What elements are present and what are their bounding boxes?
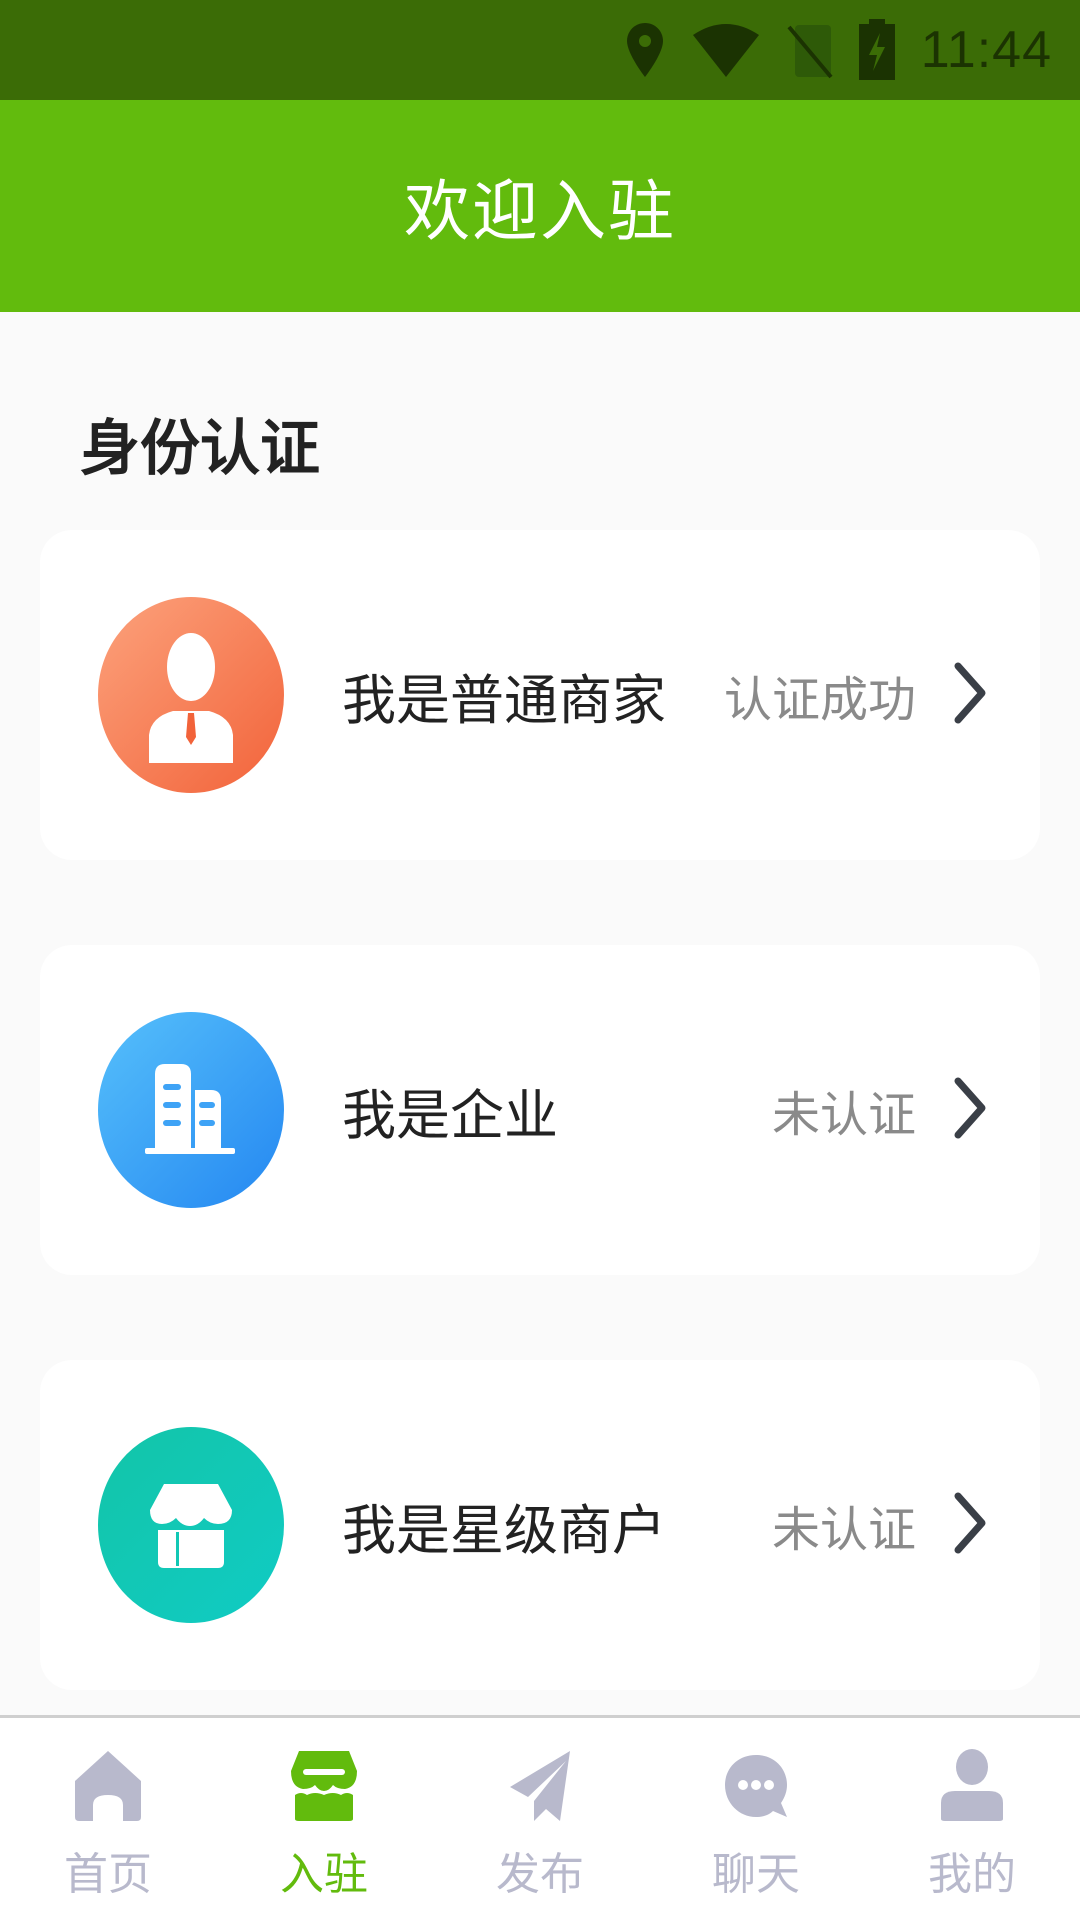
status-badge: 认证成功 xyxy=(723,672,916,728)
tab-label: 我的 xyxy=(928,1849,1016,1900)
tab-join[interactable]: 入驻 xyxy=(216,1718,432,1923)
chevron-right-icon xyxy=(952,1077,988,1143)
battery-charging-icon xyxy=(858,19,895,81)
status-badge: 未认证 xyxy=(771,1502,916,1558)
tab-mine[interactable]: 我的 xyxy=(864,1718,1080,1923)
card-label: 我是企业 xyxy=(342,1083,558,1147)
store-icon xyxy=(289,1746,359,1826)
status-badge: 未认证 xyxy=(771,1087,916,1143)
building-icon xyxy=(98,1012,284,1208)
tab-label: 入驻 xyxy=(280,1849,368,1900)
no-sim-icon xyxy=(787,21,833,79)
card-star-merchant[interactable]: 我是星级商户 未认证 xyxy=(40,1360,1040,1690)
location-icon xyxy=(625,21,665,79)
app-bar: 欢迎入驻 xyxy=(0,100,1080,312)
tab-label: 发布 xyxy=(496,1849,584,1900)
card-enterprise[interactable]: 我是企业 未认证 xyxy=(40,945,1040,1275)
status-time: 11:44 xyxy=(920,21,1052,79)
card-label: 我是星级商户 xyxy=(342,1498,666,1562)
store-icon xyxy=(98,1427,284,1623)
tab-label: 首页 xyxy=(64,1849,152,1900)
bottom-tab-bar: 首页 入驻 发布 聊天 我的 xyxy=(0,1715,1080,1923)
tab-publish[interactable]: 发布 xyxy=(432,1718,648,1923)
wifi-icon xyxy=(691,21,761,79)
home-icon xyxy=(73,1746,143,1826)
tab-chat[interactable]: 聊天 xyxy=(648,1718,864,1923)
user-icon xyxy=(939,1746,1005,1826)
chat-bubble-icon xyxy=(723,1746,789,1826)
chevron-right-icon xyxy=(952,1492,988,1558)
page-title: 欢迎入驻 xyxy=(404,173,676,250)
paper-plane-icon xyxy=(508,1746,572,1826)
card-label: 我是普通商家 xyxy=(342,668,666,732)
status-bar: 11:44 xyxy=(0,0,1080,100)
tab-home[interactable]: 首页 xyxy=(0,1718,216,1923)
section-title: 身份认证 xyxy=(80,414,320,484)
tab-label: 聊天 xyxy=(712,1849,800,1900)
person-icon xyxy=(98,597,284,793)
card-regular-merchant[interactable]: 我是普通商家 认证成功 xyxy=(40,530,1040,860)
chevron-right-icon xyxy=(952,662,988,728)
